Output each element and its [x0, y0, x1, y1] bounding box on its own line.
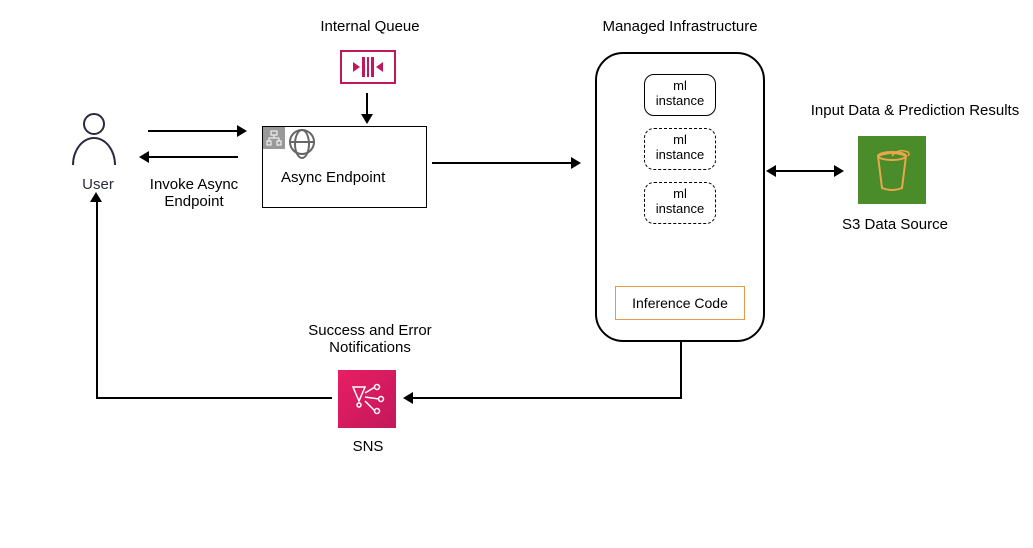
user-label: User [78, 176, 118, 193]
arrow-user-to-endpoint [148, 130, 238, 132]
arrow-endpoint-to-infra [432, 162, 572, 164]
arrow-infra-sns-h [412, 397, 682, 399]
sns-bottom-label: SNS [348, 438, 388, 455]
hierarchy-icon [263, 127, 285, 149]
s3-top-label: Input Data & Prediction Results [800, 102, 1030, 119]
arrow-sns-user-head [90, 192, 102, 202]
arrow-queue-to-endpoint [366, 93, 368, 115]
managed-infra-label: Managed Infrastructure [580, 18, 780, 35]
s3-bottom-label: S3 Data Source [840, 216, 950, 233]
inference-code-box: Inference Code [615, 286, 745, 320]
arrow-infra-s3 [775, 170, 835, 172]
ml-instance-2: ml instance [644, 128, 716, 170]
s3-bucket-icon [858, 136, 926, 204]
managed-infra-box: ml instance ml instance ml instance Infe… [595, 52, 765, 342]
arrow-endpoint-to-user [148, 156, 238, 158]
internal-queue-label: Internal Queue [310, 18, 430, 35]
ml-instance-3: ml instance [644, 182, 716, 224]
arrow-sns-user-v [96, 200, 98, 399]
async-endpoint-box: Async Endpoint [262, 126, 427, 208]
invoke-async-label: Invoke Async Endpoint [134, 176, 254, 210]
queue-icon [340, 50, 396, 84]
arrow-infra-sns-v [680, 342, 682, 398]
sns-top-label: Success and Error Notifications [280, 322, 460, 356]
endpoint-label: Async Endpoint [281, 169, 385, 186]
arrow-sns-user-h [96, 397, 332, 399]
sns-icon [338, 370, 396, 428]
globe-icon [289, 129, 315, 155]
ml-instance-1: ml instance [644, 74, 716, 116]
